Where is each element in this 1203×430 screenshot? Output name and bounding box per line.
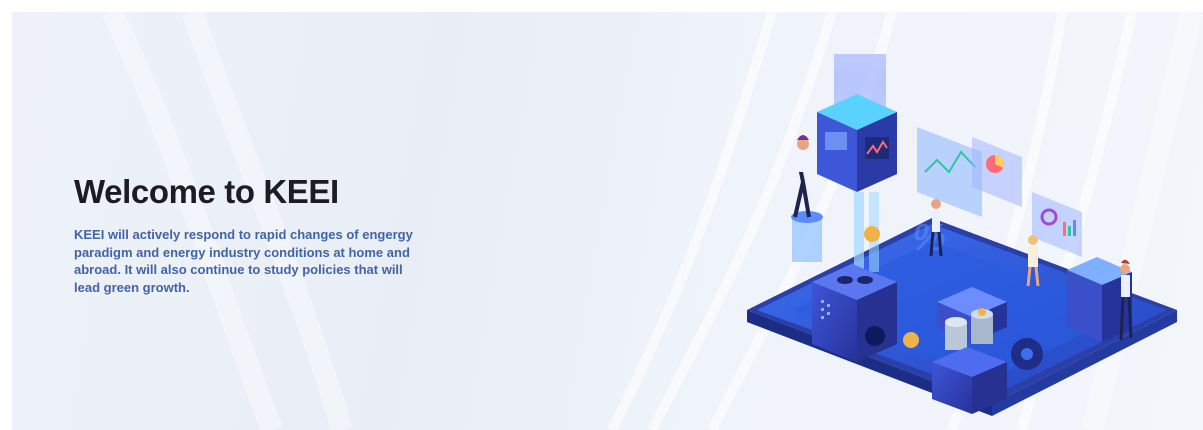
hero-text: Welcome to KEEI KEEI will actively respo… (74, 172, 454, 296)
hero-banner: Welcome to KEEI KEEI will actively respo… (12, 12, 1203, 430)
energy-industry-isometric-illustration-icon: % (747, 54, 1177, 416)
hero-title: Welcome to KEEI (74, 173, 339, 210)
hero-description: KEEI will actively respond to rapid chan… (74, 227, 413, 295)
